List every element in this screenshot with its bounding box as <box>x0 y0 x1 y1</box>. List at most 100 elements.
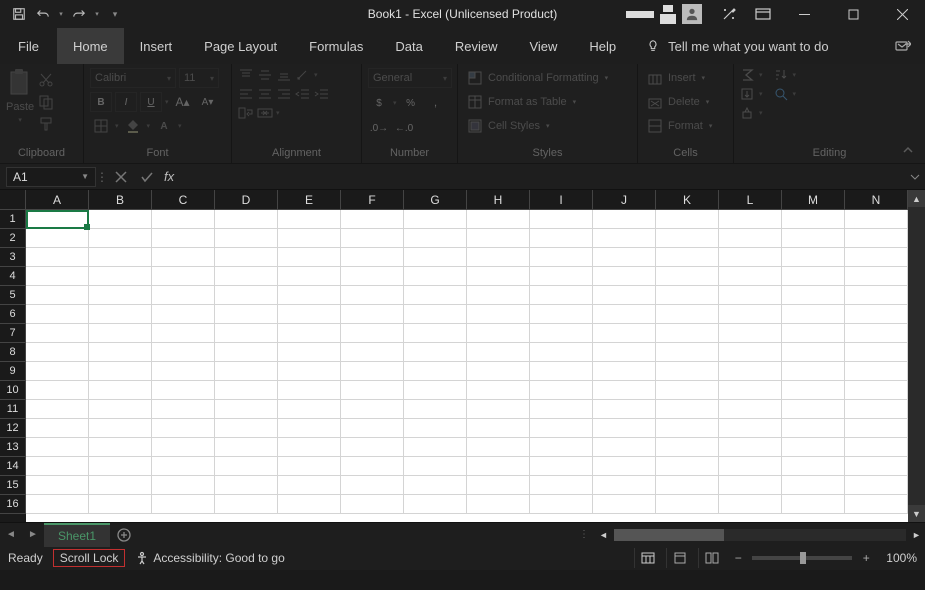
autosum-icon[interactable] <box>740 68 756 82</box>
cut-icon[interactable] <box>38 72 54 88</box>
sheet-nav-prev-icon[interactable]: ◄ <box>0 524 22 546</box>
clear-icon[interactable] <box>740 106 756 120</box>
sort-filter-icon[interactable] <box>774 68 790 82</box>
increase-indent-icon[interactable] <box>314 87 330 101</box>
delete-cells-button[interactable]: Delete▾ <box>644 92 727 112</box>
row-header[interactable]: 9 <box>0 362 26 381</box>
enter-formula-icon[interactable] <box>134 165 160 189</box>
fx-icon[interactable]: fx <box>164 169 174 184</box>
vertical-scrollbar[interactable]: ▲ ▼ <box>908 190 925 522</box>
number-format-combo[interactable]: General▾ <box>368 68 452 88</box>
find-select-icon[interactable] <box>774 87 790 101</box>
row-header[interactable]: 6 <box>0 305 26 324</box>
col-header[interactable]: L <box>719 190 782 210</box>
horizontal-scrollbar[interactable] <box>614 529 906 541</box>
col-header[interactable]: C <box>152 190 215 210</box>
col-header[interactable]: F <box>341 190 404 210</box>
tell-me[interactable]: Tell me what you want to do <box>632 28 842 64</box>
cells-area[interactable] <box>26 210 908 522</box>
sheet-tab-active[interactable]: Sheet1 <box>44 523 110 547</box>
tab-data[interactable]: Data <box>379 28 438 64</box>
wrap-text-icon[interactable] <box>238 106 254 120</box>
save-icon[interactable] <box>8 3 30 25</box>
align-top-icon[interactable] <box>238 68 254 82</box>
row-header[interactable]: 16 <box>0 495 26 514</box>
row-header[interactable]: 5 <box>0 286 26 305</box>
align-middle-icon[interactable] <box>257 68 273 82</box>
tab-insert[interactable]: Insert <box>124 28 189 64</box>
user-account[interactable] <box>626 4 702 24</box>
bold-button[interactable]: B <box>90 92 112 112</box>
row-header[interactable]: 4 <box>0 267 26 286</box>
sheet-nav-next-icon[interactable]: ► <box>22 524 44 546</box>
name-box[interactable]: A1▼ <box>6 167 96 187</box>
cancel-formula-icon[interactable] <box>108 165 134 189</box>
col-header[interactable]: E <box>278 190 341 210</box>
share-button[interactable] <box>880 28 925 64</box>
col-header[interactable]: M <box>782 190 845 210</box>
cell-styles-button[interactable]: Cell Styles▾ <box>464 116 631 136</box>
undo-dropdown-icon[interactable]: ▾ <box>56 3 66 25</box>
tab-help[interactable]: Help <box>573 28 632 64</box>
align-left-icon[interactable] <box>238 87 254 101</box>
comma-icon[interactable]: , <box>425 93 447 113</box>
hscroll-left-icon[interactable]: ◄ <box>595 530 612 540</box>
tab-page-layout[interactable]: Page Layout <box>188 28 293 64</box>
increase-decimal-icon[interactable]: .0→ <box>368 118 390 138</box>
zoom-level[interactable]: 100% <box>886 551 917 565</box>
decrease-indent-icon[interactable] <box>295 87 311 101</box>
zoom-out-button[interactable]: − <box>730 551 746 565</box>
col-header[interactable]: H <box>467 190 530 210</box>
underline-button[interactable]: U <box>140 92 162 112</box>
scroll-down-icon[interactable]: ▼ <box>908 505 925 522</box>
new-sheet-icon[interactable] <box>110 528 138 542</box>
row-header[interactable]: 12 <box>0 419 26 438</box>
row-header[interactable]: 11 <box>0 400 26 419</box>
magic-icon[interactable] <box>714 0 744 28</box>
select-all-corner[interactable] <box>0 190 26 210</box>
normal-view-icon[interactable] <box>634 548 660 568</box>
copy-icon[interactable] <box>38 94 54 110</box>
col-header[interactable]: I <box>530 190 593 210</box>
fill-icon[interactable] <box>740 87 756 101</box>
page-layout-view-icon[interactable] <box>666 548 692 568</box>
accounting-icon[interactable]: $ <box>368 93 390 113</box>
tab-formulas[interactable]: Formulas <box>293 28 379 64</box>
borders-icon[interactable] <box>90 116 112 136</box>
merge-center-icon[interactable] <box>257 106 273 120</box>
align-right-icon[interactable] <box>276 87 292 101</box>
expand-formula-bar-icon[interactable] <box>905 172 925 182</box>
row-header[interactable]: 15 <box>0 476 26 495</box>
tab-file[interactable]: File <box>0 28 57 64</box>
maximize-button[interactable] <box>831 0 876 28</box>
zoom-in-button[interactable]: + <box>858 551 874 565</box>
row-header[interactable]: 8 <box>0 343 26 362</box>
scroll-up-icon[interactable]: ▲ <box>908 190 925 207</box>
formula-input[interactable] <box>174 167 905 187</box>
col-header[interactable]: N <box>845 190 908 210</box>
collapse-ribbon-icon[interactable] <box>899 141 917 159</box>
tab-scroll-split[interactable]: ⋮ <box>579 529 589 540</box>
font-name-combo[interactable]: Calibri▾ <box>90 68 176 88</box>
percent-icon[interactable]: % <box>400 93 422 113</box>
align-center-icon[interactable] <box>257 87 273 101</box>
format-cells-button[interactable]: Format▾ <box>644 116 727 136</box>
decrease-font-icon[interactable]: A▾ <box>197 92 219 112</box>
page-break-view-icon[interactable] <box>698 548 724 568</box>
paste-icon[interactable] <box>7 68 33 98</box>
row-header[interactable]: 7 <box>0 324 26 343</box>
tab-review[interactable]: Review <box>439 28 514 64</box>
row-header[interactable]: 1 <box>0 210 26 229</box>
italic-button[interactable]: I <box>115 92 137 112</box>
undo-icon[interactable] <box>32 3 54 25</box>
row-header[interactable]: 2 <box>0 229 26 248</box>
ribbon-display-icon[interactable] <box>748 0 778 28</box>
col-header[interactable]: A <box>26 190 89 210</box>
orientation-icon[interactable] <box>295 68 311 82</box>
col-header[interactable]: D <box>215 190 278 210</box>
font-color-icon[interactable]: A <box>153 116 175 136</box>
status-accessibility[interactable]: Accessibility: Good to go <box>135 551 284 565</box>
col-header[interactable]: B <box>89 190 152 210</box>
redo-dropdown-icon[interactable]: ▾ <box>92 3 102 25</box>
font-size-combo[interactable]: 11▾ <box>179 68 219 88</box>
